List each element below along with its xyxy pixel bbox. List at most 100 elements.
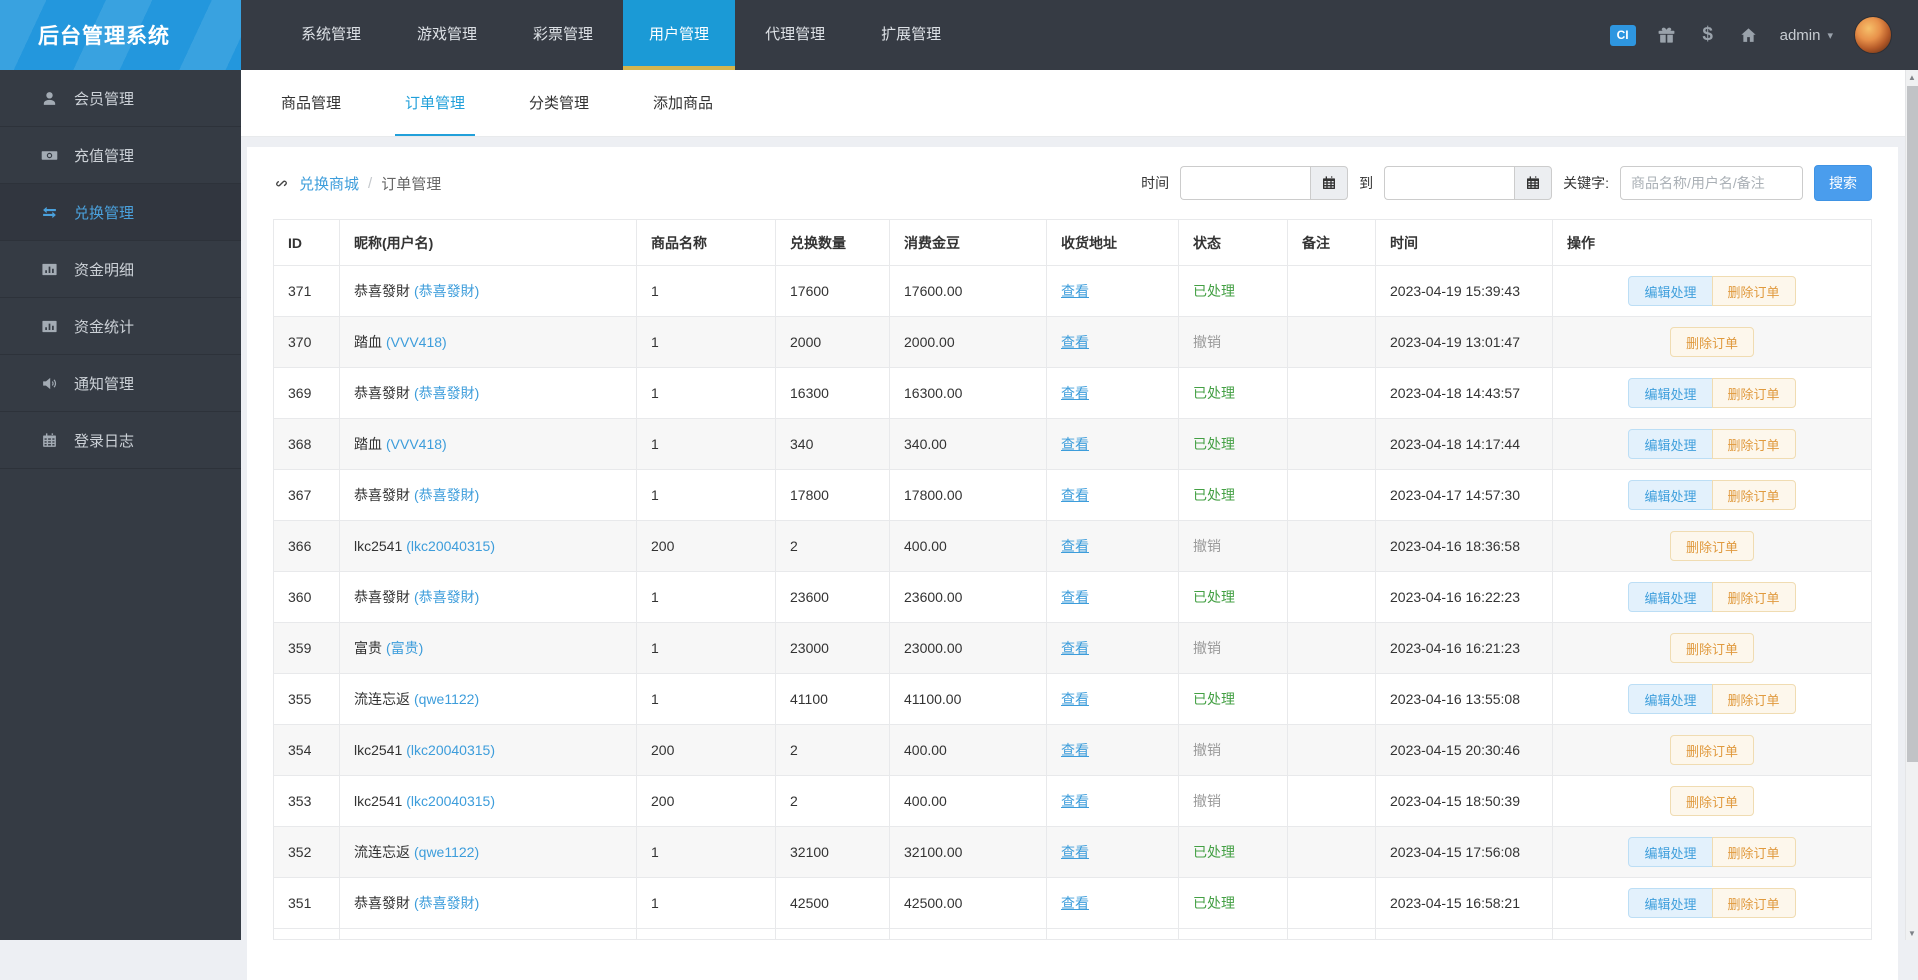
- nav-item[interactable]: 系统管理: [275, 0, 387, 70]
- scrollbar-down-arrow[interactable]: ▼: [1906, 926, 1918, 940]
- nickname-cell: 恭喜發財(恭喜發財): [340, 368, 637, 419]
- sidebar-item[interactable]: 登录日志: [0, 412, 241, 469]
- tab[interactable]: 订单管理: [395, 70, 475, 136]
- delete-order-button[interactable]: 删除订单: [1670, 531, 1754, 561]
- nav-item[interactable]: 彩票管理: [507, 0, 619, 70]
- edit-order-button[interactable]: 编辑处理: [1628, 837, 1712, 867]
- tab[interactable]: 分类管理: [519, 70, 599, 136]
- edit-order-button[interactable]: 编辑处理: [1628, 276, 1712, 306]
- delete-order-button[interactable]: 删除订单: [1670, 633, 1754, 663]
- exchange-icon: [40, 203, 58, 221]
- username-link[interactable]: (恭喜發財): [414, 487, 479, 503]
- page-scrollbar[interactable]: ▲ ▼: [1905, 70, 1918, 940]
- dollar-icon[interactable]: $: [1698, 25, 1718, 45]
- delete-order-button[interactable]: 删除订单: [1712, 378, 1796, 408]
- view-address-link[interactable]: 查看: [1061, 742, 1089, 758]
- address-cell: 查看: [1047, 368, 1179, 419]
- table-row: 369 恭喜發財(恭喜發財) 1 16300 16300.00 查看 已处理 2…: [274, 368, 1872, 419]
- sidebar-item[interactable]: 资金统计: [0, 298, 241, 355]
- view-address-link[interactable]: 查看: [1061, 589, 1089, 605]
- delete-order-button[interactable]: 删除订单: [1712, 429, 1796, 459]
- nav-item[interactable]: 扩展管理: [855, 0, 967, 70]
- delete-order-button[interactable]: 删除订单: [1712, 888, 1796, 918]
- address-cell: 查看: [1047, 470, 1179, 521]
- view-address-link[interactable]: 查看: [1061, 385, 1089, 401]
- view-address-link[interactable]: 查看: [1061, 538, 1089, 554]
- username-link[interactable]: (lkc20040315): [406, 538, 495, 554]
- cny-icon[interactable]: CI: [1610, 25, 1636, 46]
- table-row: 368 踏血(VVV418) 1 340 340.00 查看 已处理 2023-…: [274, 419, 1872, 470]
- delete-order-button[interactable]: 删除订单: [1670, 327, 1754, 357]
- username-link[interactable]: (恭喜發財): [414, 385, 479, 401]
- date-from-calendar-button[interactable]: [1310, 166, 1348, 200]
- username-link[interactable]: (富贵): [386, 640, 423, 656]
- time-cell: 2023-04-19 15:39:43: [1376, 266, 1553, 317]
- date-from-input[interactable]: [1180, 166, 1310, 200]
- username-link[interactable]: (lkc20040315): [406, 742, 495, 758]
- sidebar-item[interactable]: 兑换管理: [0, 184, 241, 241]
- search-button[interactable]: 搜索: [1814, 165, 1872, 201]
- breadcrumb-link-exchange-mall[interactable]: 兑换商城: [299, 173, 359, 194]
- tab[interactable]: 添加商品: [643, 70, 723, 136]
- actions-cell: 编辑处理 删除订单: [1553, 470, 1872, 521]
- delete-order-button[interactable]: 删除订单: [1712, 276, 1796, 306]
- delete-order-button[interactable]: 删除订单: [1670, 735, 1754, 765]
- edit-order-button[interactable]: 编辑处理: [1628, 684, 1712, 714]
- view-address-link[interactable]: 查看: [1061, 895, 1089, 911]
- delete-order-button[interactable]: 删除订单: [1670, 786, 1754, 816]
- nav-item[interactable]: 用户管理: [623, 0, 735, 70]
- view-address-link[interactable]: 查看: [1061, 334, 1089, 350]
- edit-order-button[interactable]: 编辑处理: [1628, 378, 1712, 408]
- time-cell: 2023-04-15 17:56:08: [1376, 827, 1553, 878]
- action-button-group: 编辑处理 删除订单: [1670, 531, 1754, 561]
- sidebar-item[interactable]: 通知管理: [0, 355, 241, 412]
- edit-order-button[interactable]: 编辑处理: [1628, 888, 1712, 918]
- sidebar-item[interactable]: 会员管理: [0, 70, 241, 127]
- username-link[interactable]: (恭喜發財): [414, 283, 479, 299]
- delete-order-button[interactable]: 删除订单: [1712, 582, 1796, 612]
- view-address-link[interactable]: 查看: [1061, 436, 1089, 452]
- date-to-input[interactable]: [1384, 166, 1514, 200]
- nickname-text: 恭喜發財: [354, 589, 410, 605]
- view-address-link[interactable]: 查看: [1061, 283, 1089, 299]
- product-name-cell: 1: [637, 623, 776, 674]
- sidebar-item[interactable]: 充值管理: [0, 127, 241, 184]
- tab[interactable]: 商品管理: [271, 70, 351, 136]
- keyword-input[interactable]: [1620, 166, 1803, 200]
- column-header: 兑换数量: [776, 220, 890, 266]
- scrollbar-up-arrow[interactable]: ▲: [1906, 70, 1918, 84]
- exchange-quantity-cell: 2: [776, 776, 890, 827]
- user-avatar[interactable]: [1854, 16, 1892, 54]
- table-row: 354 lkc2541(lkc20040315) 200 2 400.00 查看…: [274, 725, 1872, 776]
- amount-cell: 400.00: [890, 776, 1047, 827]
- username-link[interactable]: (恭喜發財): [414, 895, 479, 911]
- username-link[interactable]: (lkc20040315): [406, 793, 495, 809]
- username-link[interactable]: (恭喜發財): [414, 589, 479, 605]
- edit-order-button[interactable]: 编辑处理: [1628, 582, 1712, 612]
- view-address-link[interactable]: 查看: [1061, 691, 1089, 707]
- view-address-link[interactable]: 查看: [1061, 844, 1089, 860]
- delete-order-button[interactable]: 删除订单: [1712, 837, 1796, 867]
- username-link[interactable]: (qwe1122): [414, 691, 479, 707]
- nickname-cell: 恭喜發財(恭喜發財): [340, 878, 637, 929]
- username-link[interactable]: (VVV418): [386, 436, 447, 452]
- scrollbar-thumb[interactable]: [1907, 86, 1918, 762]
- view-address-link[interactable]: 查看: [1061, 487, 1089, 503]
- view-address-link[interactable]: 查看: [1061, 793, 1089, 809]
- user-menu[interactable]: admin ▾: [1780, 27, 1833, 44]
- delete-order-button[interactable]: 删除订单: [1712, 684, 1796, 714]
- gift-icon[interactable]: [1657, 25, 1677, 45]
- nav-item[interactable]: 游戏管理: [391, 0, 503, 70]
- username-link[interactable]: (qwe1122): [414, 844, 479, 860]
- username-link[interactable]: (VVV418): [386, 334, 447, 350]
- edit-order-button[interactable]: 编辑处理: [1628, 480, 1712, 510]
- date-to-calendar-button[interactable]: [1514, 166, 1552, 200]
- nav-item[interactable]: 代理管理: [739, 0, 851, 70]
- delete-order-button[interactable]: 删除订单: [1712, 480, 1796, 510]
- sidebar-item[interactable]: 资金明细: [0, 241, 241, 298]
- edit-order-button[interactable]: 编辑处理: [1628, 429, 1712, 459]
- actions-cell: 编辑处理 删除订单: [1553, 266, 1872, 317]
- view-address-link[interactable]: 查看: [1061, 640, 1089, 656]
- home-icon[interactable]: [1739, 25, 1759, 45]
- address-cell: 查看: [1047, 317, 1179, 368]
